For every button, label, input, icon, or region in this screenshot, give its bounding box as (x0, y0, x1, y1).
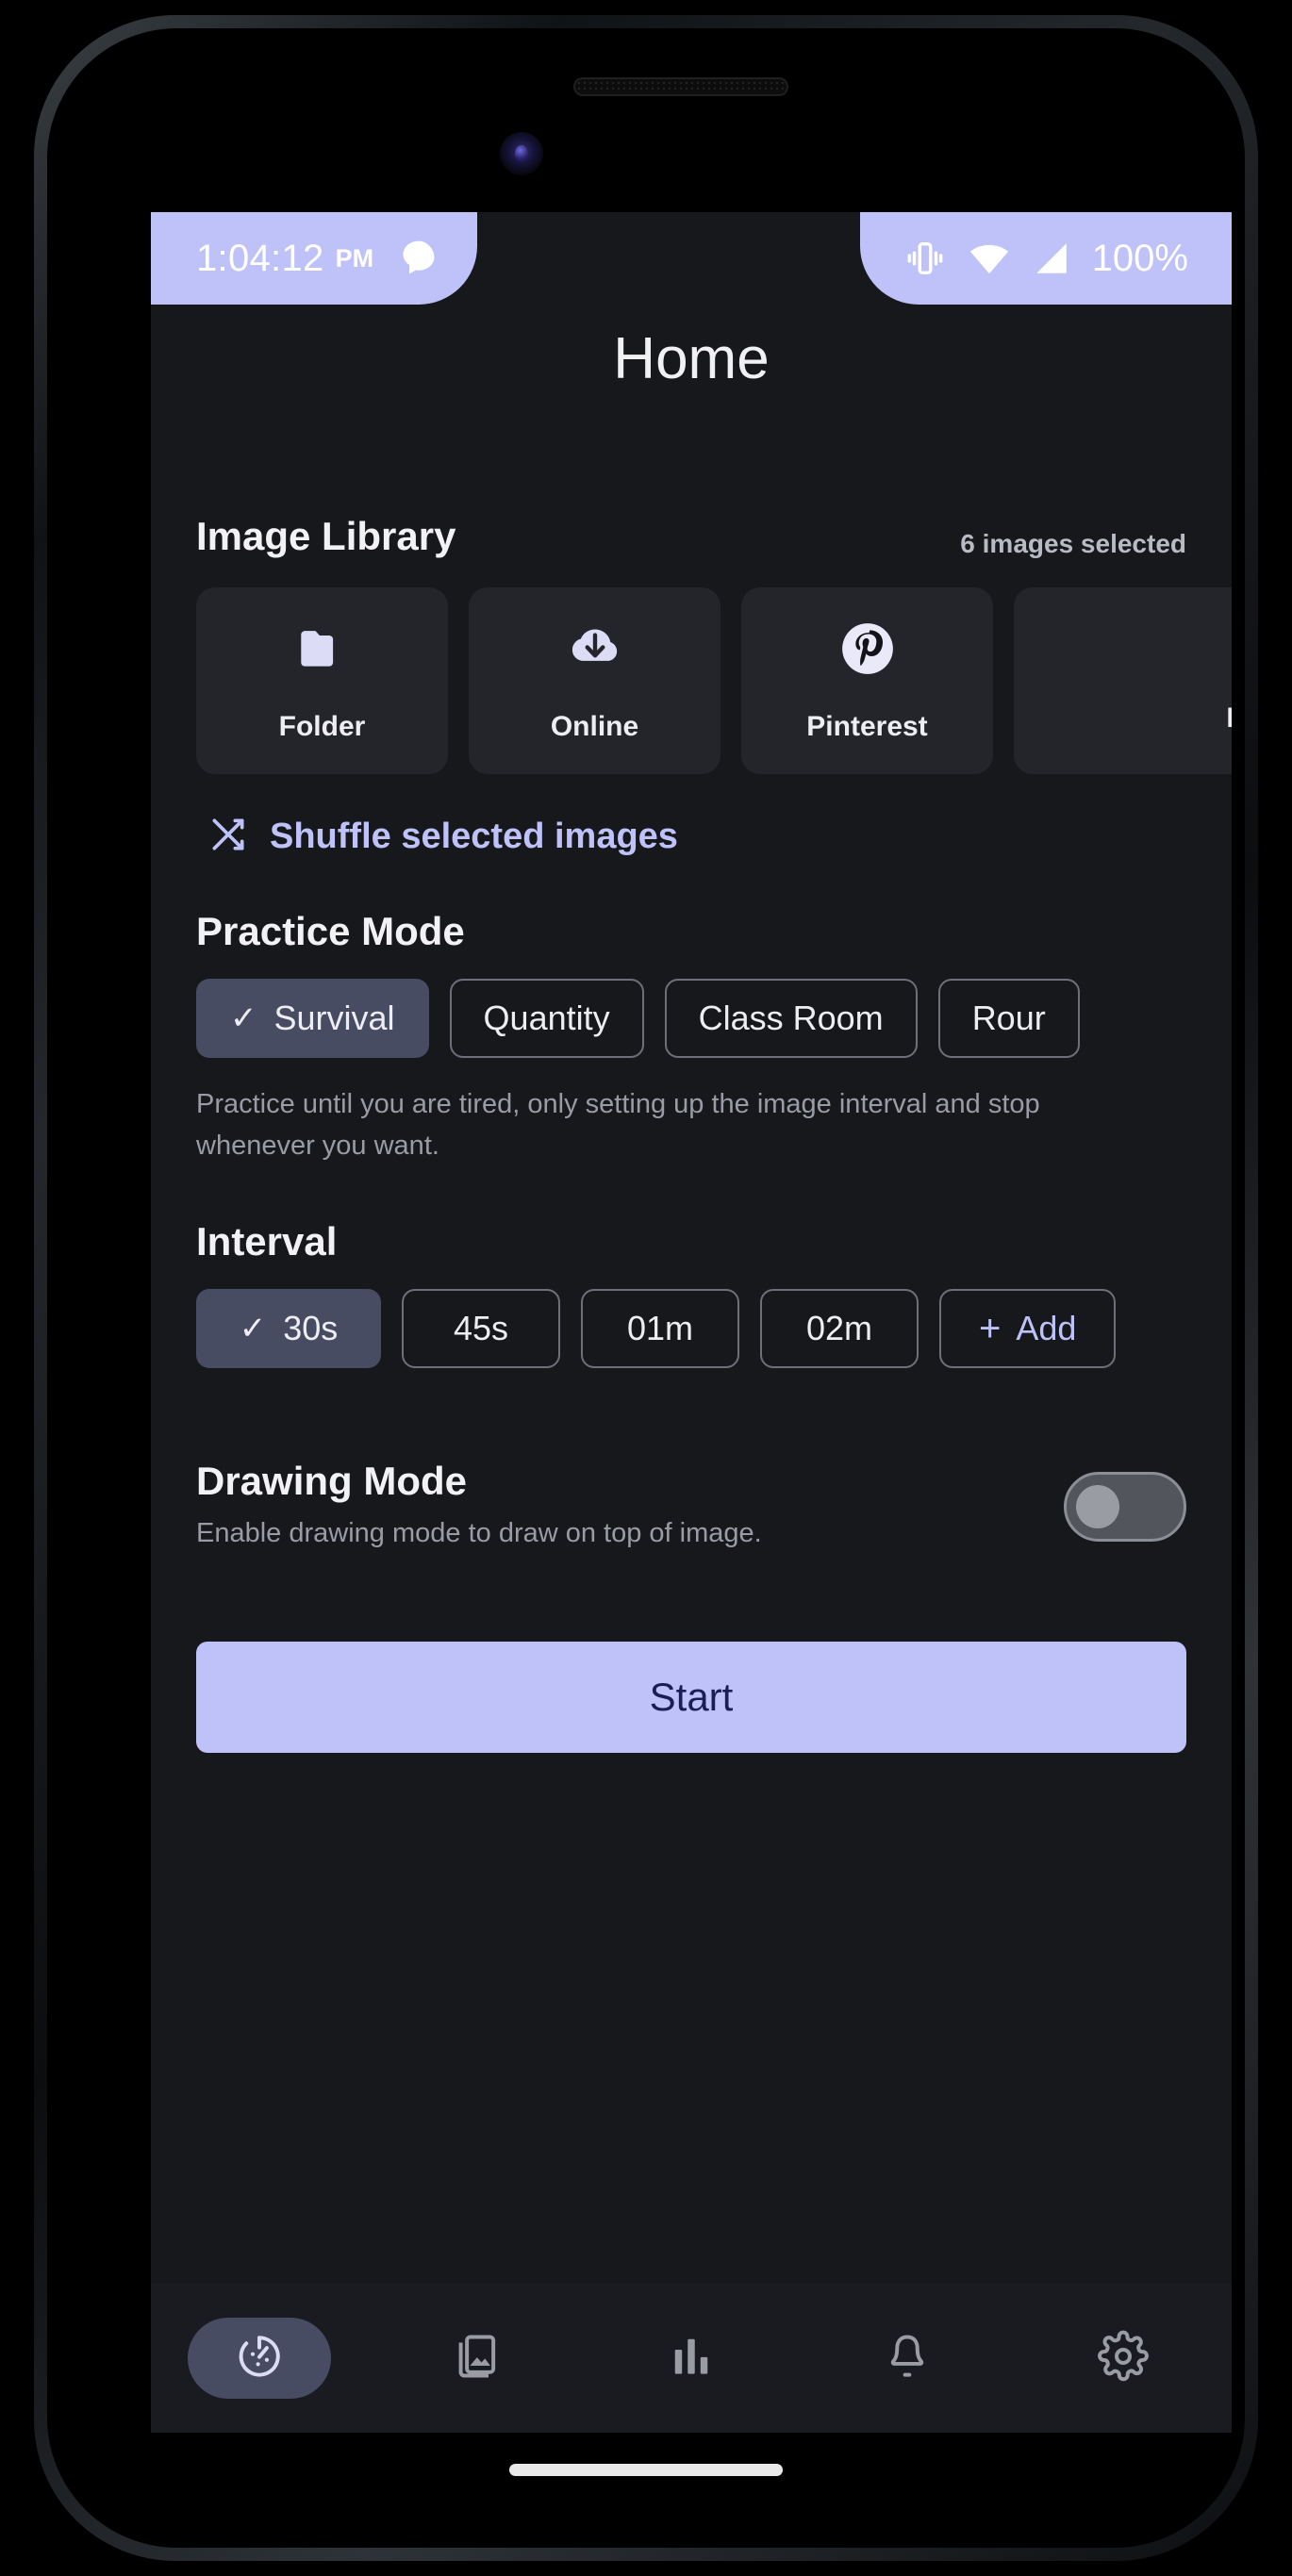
shuffle-selected-images-button[interactable]: Shuffle selected images (151, 814, 1232, 860)
source-card-folder[interactable]: Folder (196, 587, 448, 774)
bar-chart-icon (665, 2330, 718, 2387)
practice-mode-chip-survival[interactable]: ✓ Survival (196, 979, 429, 1058)
nav-item-stats[interactable] (583, 2330, 799, 2387)
source-card-label: Pinterest (806, 710, 928, 742)
source-card-label: My (1226, 702, 1232, 735)
nav-item-settings[interactable] (1016, 2330, 1232, 2387)
nav-item-gallery[interactable] (367, 2330, 583, 2387)
practice-mode-description-wrap: Practice until you are tired, only setti… (151, 1084, 1232, 1166)
drawing-mode-description: Enable drawing mode to draw on top of im… (196, 1518, 762, 1548)
image-library-title: Image Library (196, 514, 456, 558)
nav-item-practice[interactable] (151, 2318, 367, 2399)
interval-chip-30s[interactable]: ✓ 30s (196, 1289, 381, 1368)
wifi-icon (968, 237, 1011, 280)
battery-percent-label: 100% (1091, 237, 1188, 279)
phone-device-frame: 1:04:12 PM 100% Home Image Library 6 ima… (34, 15, 1258, 2561)
practice-mode-section: Practice Mode (151, 909, 1232, 954)
app-screen: 1:04:12 PM 100% Home Image Library 6 ima… (151, 212, 1232, 2433)
chip-label: 45s (453, 1309, 509, 1347)
source-card-online[interactable]: Online (469, 587, 721, 774)
start-button-wrap: Start (151, 1641, 1232, 1753)
gear-icon (1097, 2330, 1150, 2387)
status-bar-right: 100% (859, 212, 1232, 305)
toggle-knob (1076, 1484, 1119, 1528)
main-content: Image Library 6 images selected Folder O… (151, 514, 1232, 1753)
interval-chip-list[interactable]: ✓ 30s 45s 01m 02m + Add (151, 1289, 1232, 1368)
bell-icon (881, 2330, 934, 2387)
source-card-my-images[interactable]: My (1014, 587, 1232, 774)
nav-icon-wrap (881, 2330, 934, 2387)
interval-section: Interval (151, 1219, 1232, 1264)
add-interval-label: Add (1016, 1309, 1077, 1347)
chip-label: 02m (805, 1309, 873, 1347)
drawing-mode-texts: Drawing Mode Enable drawing mode to draw… (196, 1459, 762, 1555)
plus-icon: + (979, 1307, 1002, 1349)
start-button[interactable]: Start (196, 1641, 1186, 1753)
check-icon: ✓ (230, 1000, 257, 1036)
check-icon: ✓ (239, 1311, 267, 1346)
chip-label: Class Room (698, 999, 884, 1037)
status-bar: 1:04:12 PM 100% (151, 212, 1232, 305)
chip-label: Rour (971, 999, 1046, 1037)
bottom-navigation-bar[interactable] (151, 2284, 1232, 2433)
vibrate-icon (903, 237, 947, 280)
source-card-label: Online (550, 710, 639, 742)
interval-title: Interval (196, 1219, 338, 1263)
phone-screen-bezel: 1:04:12 PM 100% Home Image Library 6 ima… (47, 28, 1245, 2548)
practice-mode-description: Practice until you are tired, only setti… (196, 1089, 1040, 1161)
source-card-label: Folder (278, 710, 366, 742)
shuffle-icon (207, 814, 249, 860)
nav-active-pill (187, 2318, 331, 2399)
chat-bubble-icon (398, 238, 439, 279)
interval-chip-01m[interactable]: 01m (581, 1289, 739, 1368)
selected-count-label: 6 images selected (960, 529, 1186, 558)
status-bar-left: 1:04:12 PM (151, 212, 478, 305)
cell-signal-icon (1032, 239, 1071, 278)
practice-mode-chip-round[interactable]: Rour (937, 979, 1080, 1058)
chip-label: Survival (273, 999, 395, 1037)
add-interval-button[interactable]: + Add (939, 1289, 1117, 1368)
front-camera-icon (500, 132, 543, 175)
drawing-mode-toggle[interactable] (1064, 1471, 1186, 1542)
earpiece-speaker-icon (573, 77, 788, 96)
nav-icon-wrap (1097, 2330, 1150, 2387)
practice-mode-title: Practice Mode (196, 909, 465, 953)
folder-icon (293, 619, 352, 683)
interval-chip-45s[interactable]: 45s (402, 1289, 560, 1368)
status-bar-ampm: PM (335, 243, 374, 272)
shuffle-label: Shuffle selected images (270, 817, 678, 856)
page-title: Home (613, 326, 770, 391)
nav-icon-wrap (449, 2330, 502, 2387)
timer-gauge-icon (233, 2330, 286, 2387)
practice-mode-chip-list[interactable]: ✓ Survival Quantity Class Room Rour (151, 979, 1232, 1058)
nav-icon-wrap (665, 2330, 718, 2387)
status-bar-clock: 1:04:12 (196, 237, 324, 279)
chip-label: Quantity (483, 999, 610, 1037)
drawing-mode-title: Drawing Mode (196, 1459, 468, 1503)
start-button-label: Start (649, 1674, 734, 1719)
home-indicator[interactable] (509, 2464, 783, 2476)
image-source-card-list[interactable]: Folder Online Pinterest (151, 587, 1232, 774)
interval-chip-02m[interactable]: 02m (760, 1289, 919, 1368)
drawing-mode-row: Drawing Mode Enable drawing mode to draw… (151, 1459, 1232, 1555)
images-icon (449, 2330, 502, 2387)
image-library-header: Image Library 6 images selected (151, 514, 1232, 559)
source-card-pinterest[interactable]: Pinterest (741, 587, 993, 774)
cloud-download-icon (566, 619, 624, 683)
practice-mode-chip-quantity[interactable]: Quantity (449, 979, 644, 1058)
nav-item-alerts[interactable] (800, 2330, 1016, 2387)
pinterest-icon (838, 619, 897, 683)
chip-label: 30s (283, 1309, 339, 1347)
practice-mode-chip-class-room[interactable]: Class Room (664, 979, 918, 1058)
chip-label: 01m (626, 1309, 694, 1347)
